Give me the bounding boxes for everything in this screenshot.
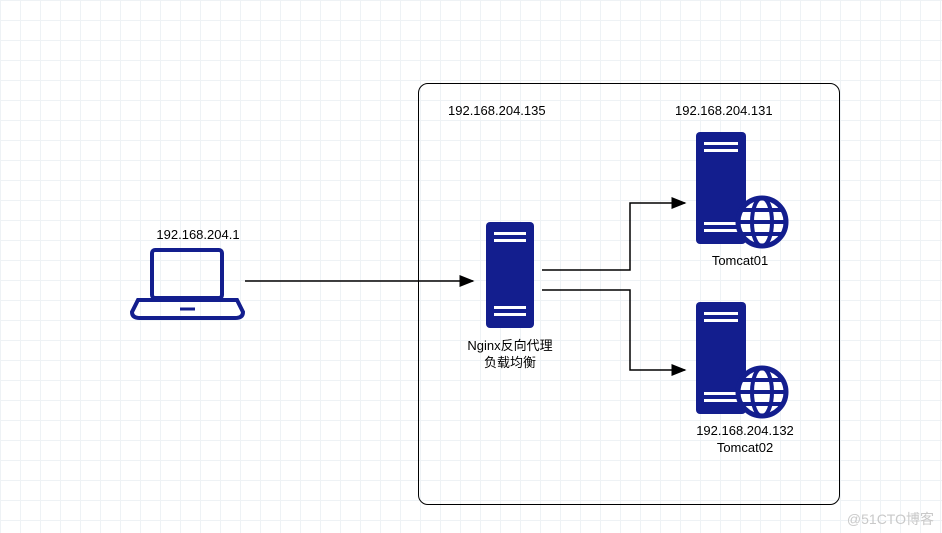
laptop-icon (130, 248, 245, 322)
tomcat02-caption: Tomcat02 (680, 440, 810, 455)
client-ip-label: 192.168.204.1 (138, 227, 258, 242)
tomcat02-ip-label: 192.168.204.132 (680, 423, 810, 438)
nginx-ip-label: 192.168.204.135 (448, 103, 578, 118)
tomcat01-ip-label: 192.168.204.131 (675, 103, 805, 118)
tomcat02-webserver-icon (690, 300, 790, 418)
tomcat01-caption: Tomcat01 (690, 253, 790, 268)
nginx-server-icon (480, 220, 540, 330)
diagram-stage: 192.168.204.1 192.168.204.135 Nginx反向代理 … (0, 0, 942, 533)
arrow-nginx-to-tomcat01 (542, 203, 685, 270)
nginx-caption-line2: 负载均衡 (448, 352, 572, 371)
tomcat01-webserver-icon (690, 130, 790, 248)
watermark: @51CTO博客 (847, 509, 934, 529)
